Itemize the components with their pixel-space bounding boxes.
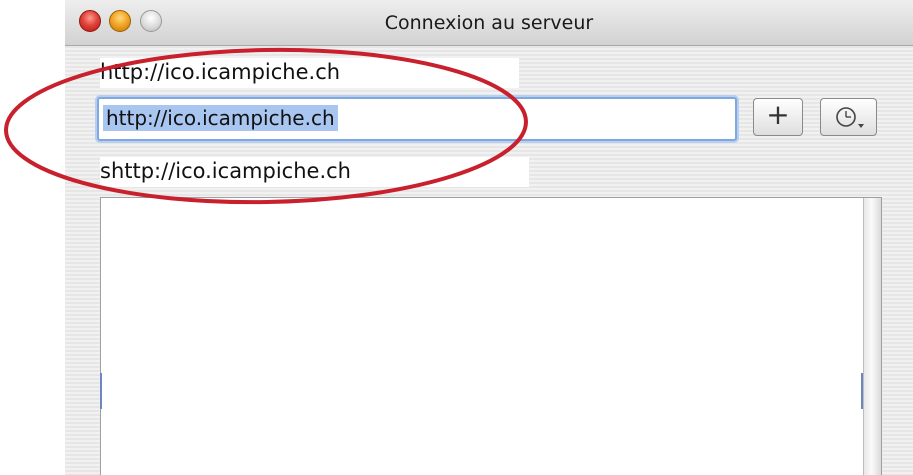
connect-to-server-window: Connexion au serveur http://ico.icampich… — [65, 0, 913, 475]
url-caption-bottom: shttp://ico.icampiche.ch — [100, 157, 529, 187]
list-edge-marker-left — [100, 373, 102, 409]
server-address-input[interactable]: http://ico.icampiche.ch — [97, 97, 737, 141]
favorite-servers-list[interactable] — [100, 197, 882, 475]
add-favorite-button[interactable]: + — [753, 98, 803, 136]
recent-servers-button[interactable] — [820, 98, 877, 136]
server-address-value: http://ico.icampiche.ch — [103, 105, 338, 131]
clock-icon — [836, 107, 864, 128]
window-title: Connexion au serveur — [384, 12, 594, 34]
list-scrollbar[interactable] — [863, 198, 881, 475]
url-caption-top: http://ico.icampiche.ch — [100, 58, 519, 88]
title-bar[interactable]: Connexion au serveur — [65, 0, 913, 46]
screenshot-stage: Connexion au serveur http://ico.icampich… — [0, 0, 913, 475]
